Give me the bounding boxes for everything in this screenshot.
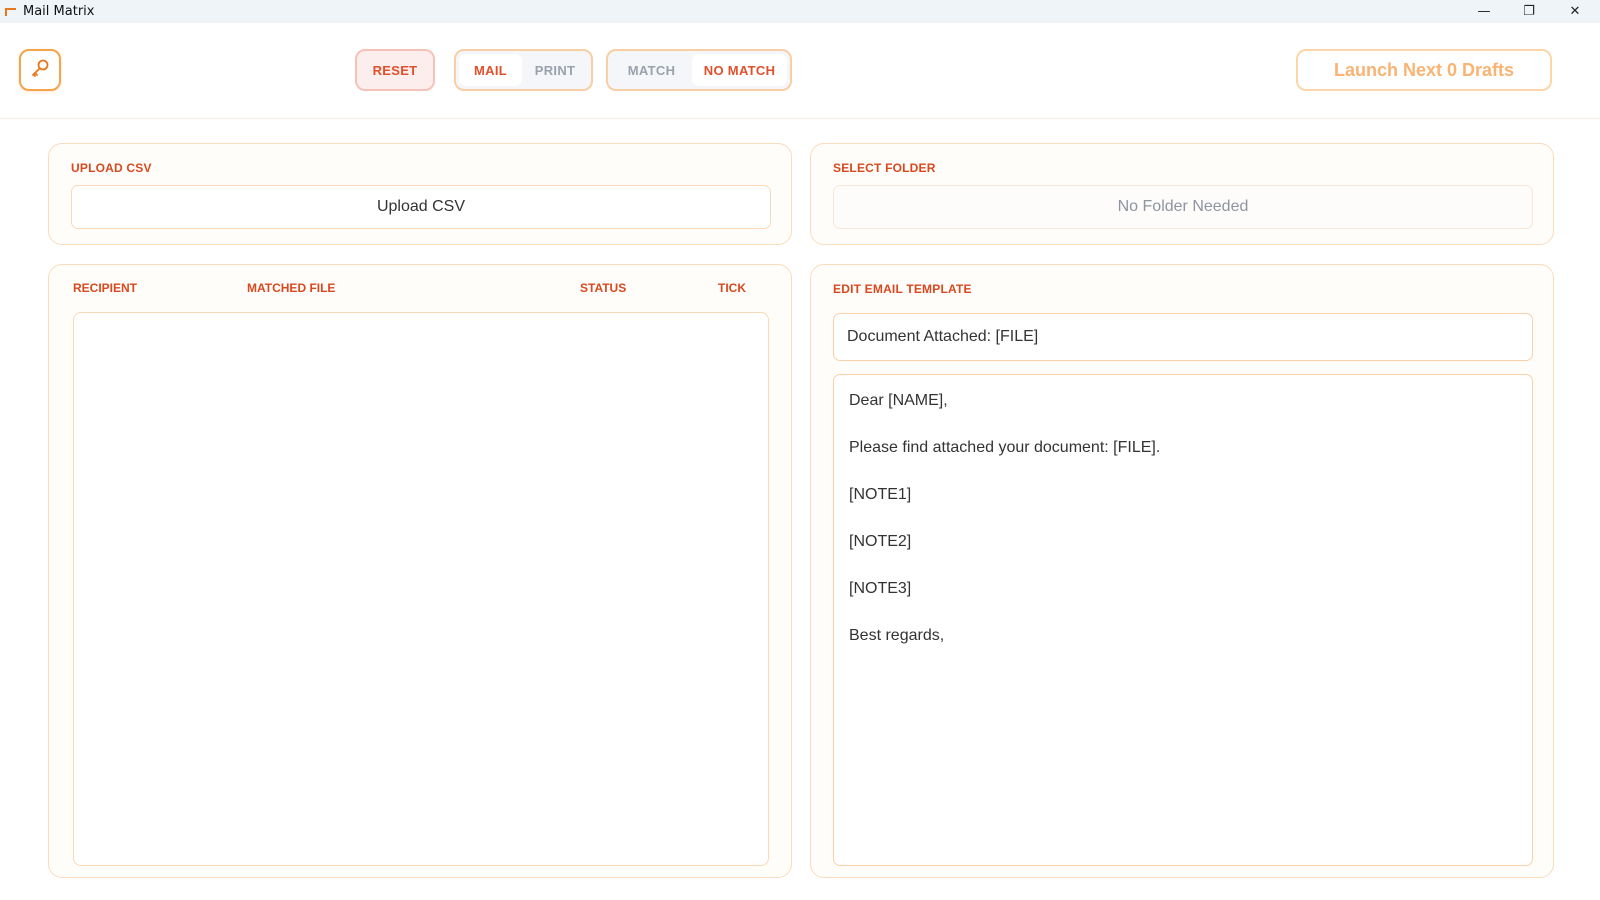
email-body-line: [NOTE1] [849,486,912,503]
recipient-table-panel: RECIPIENT MATCHED FILE STATUS TICK [48,264,792,878]
column-header-tick[interactable]: TICK [718,281,746,295]
no-match-option[interactable]: NO MATCH [692,54,787,86]
select-folder-button[interactable]: No Folder Needed [833,185,1533,229]
app-icon [5,7,16,16]
mode-toggle: MAIL PRINT [454,49,593,91]
email-body-textarea[interactable]: Dear [NAME], Please find attached your d… [833,374,1533,866]
upload-csv-button[interactable]: Upload CSV [71,185,771,229]
close-button[interactable]: ✕ [1552,0,1598,23]
select-folder-label: SELECT FOLDER [833,161,936,175]
minimize-button[interactable]: — [1461,0,1507,23]
column-header-recipient[interactable]: RECIPIENT [73,281,137,295]
email-body-line: Best regards, [849,627,945,644]
mode-print-option[interactable]: PRINT [522,54,588,86]
email-body-line: [NOTE3] [849,580,912,597]
launch-drafts-button[interactable]: Launch Next 0 Drafts [1296,49,1552,91]
email-template-panel: EDIT EMAIL TEMPLATE Document Attached: [… [810,264,1554,878]
maximize-button[interactable]: ❐ [1506,0,1552,23]
toolbar: RESET MAIL PRINT MATCH NO MATCH Launch N… [0,23,1600,119]
key-button[interactable] [19,49,61,91]
title-bar: Mail Matrix [0,0,1600,23]
match-toggle: MATCH NO MATCH [606,49,792,91]
edit-email-template-label: EDIT EMAIL TEMPLATE [833,282,972,296]
email-body-line: Please find attached your document: [FIL… [849,439,1161,456]
column-header-matched-file[interactable]: MATCHED FILE [247,281,335,295]
recipient-table-body[interactable] [73,312,769,866]
key-icon [29,57,51,84]
window-title: Mail Matrix [23,4,95,19]
mode-mail-option[interactable]: MAIL [459,54,523,86]
email-subject-input[interactable]: Document Attached: [FILE] [833,313,1533,361]
reset-button[interactable]: RESET [355,49,435,91]
email-body-line: [NOTE2] [849,533,912,550]
match-option[interactable]: MATCH [611,54,692,86]
upload-csv-label: UPLOAD CSV [71,161,152,175]
select-folder-panel: SELECT FOLDER No Folder Needed [810,143,1554,245]
column-header-status[interactable]: STATUS [580,281,626,295]
email-body-line: Dear [NAME], [849,392,948,409]
upload-csv-panel: UPLOAD CSV Upload CSV [48,143,792,245]
